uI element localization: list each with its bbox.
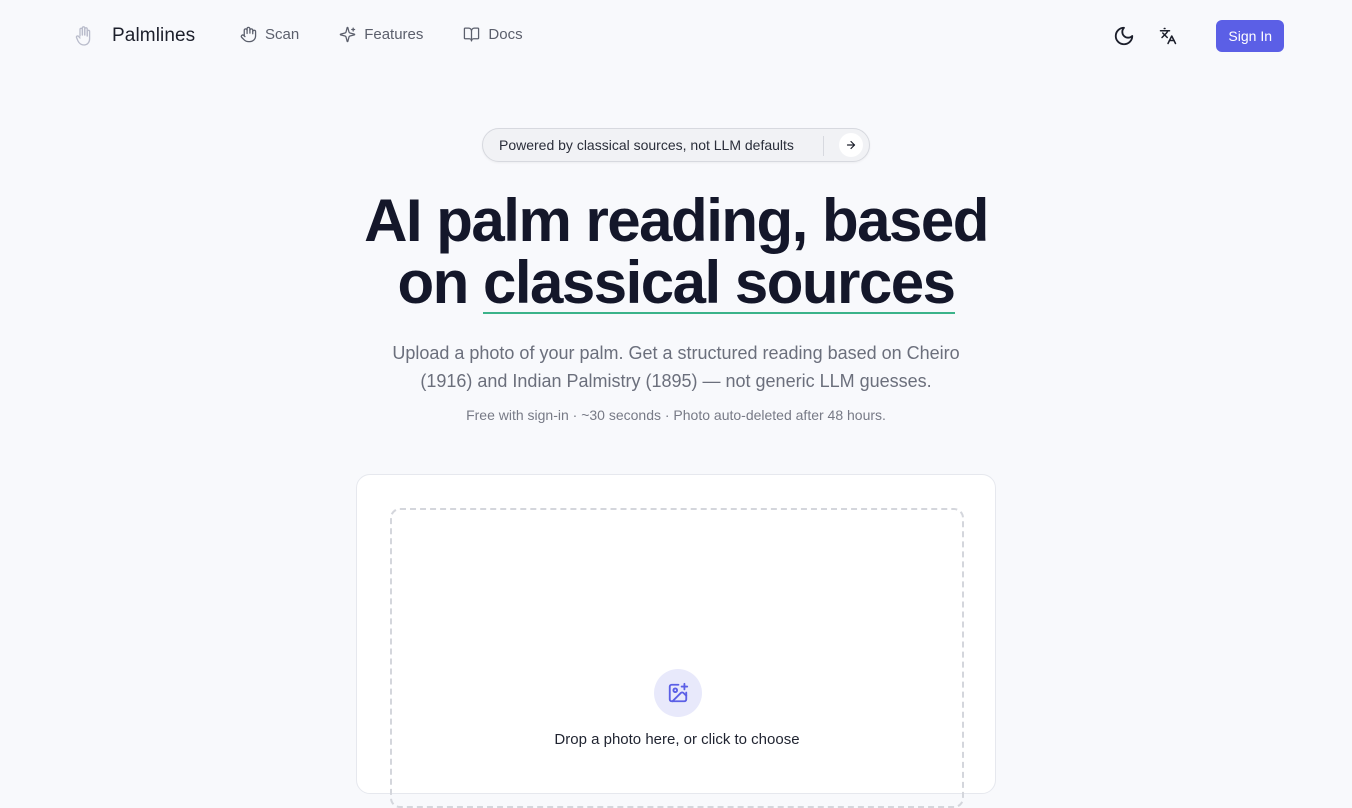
translate-icon — [1160, 27, 1177, 45]
nav-link-docs[interactable]: Docs — [463, 26, 523, 43]
page-title: AI palm reading, based on classical sour… — [0, 190, 1352, 314]
announcement-badge[interactable]: Powered by classical sources, not LLM de… — [482, 128, 870, 162]
nav-link-features[interactable]: Features — [339, 26, 423, 43]
sign-in-button[interactable]: Sign In — [1216, 20, 1284, 52]
image-plus-icon — [654, 669, 702, 717]
upload-card: Drop a photo here, or click to choose — [356, 474, 996, 808]
badge-divider — [823, 136, 824, 156]
hand-icon — [240, 26, 257, 43]
arrow-right-icon — [839, 133, 863, 157]
palm-logo-icon — [74, 24, 94, 48]
nav-link-label: Docs — [488, 26, 523, 43]
book-icon — [464, 27, 480, 42]
photo-dropzone[interactable]: Drop a photo here, or click to choose — [390, 508, 964, 808]
headline-line-1: AI palm reading, based — [364, 187, 989, 254]
headline-highlight: classical sources — [482, 249, 956, 316]
brand[interactable]: Palmlines — [74, 24, 195, 48]
nav-link-label: Scan — [265, 26, 300, 43]
sparkles-icon — [339, 26, 356, 43]
brand-name: Palmlines — [112, 25, 196, 46]
language-button[interactable] — [1156, 20, 1180, 52]
nav-actions: Sign In — [1112, 20, 1284, 52]
theme-toggle-button[interactable] — [1112, 20, 1136, 52]
nav-link-label: Features — [364, 26, 424, 43]
badge-text: Powered by classical sources, not LLM de… — [499, 137, 794, 153]
hero-meta: Free with sign-in · ~30 seconds · Photo … — [466, 407, 886, 423]
moon-icon — [1115, 26, 1134, 46]
nav-links: Scan Features Docs — [240, 26, 523, 43]
headline-line-2-prefix: on — [397, 249, 483, 316]
hero-subtitle: Upload a photo of your palm. Get a struc… — [392, 343, 960, 391]
nav-link-scan[interactable]: Scan — [240, 26, 299, 43]
top-nav: Palmlines Scan Features Docs Sign In — [0, 0, 1352, 72]
dropzone-prompt: Drop a photo here, or click to choose — [554, 731, 800, 748]
